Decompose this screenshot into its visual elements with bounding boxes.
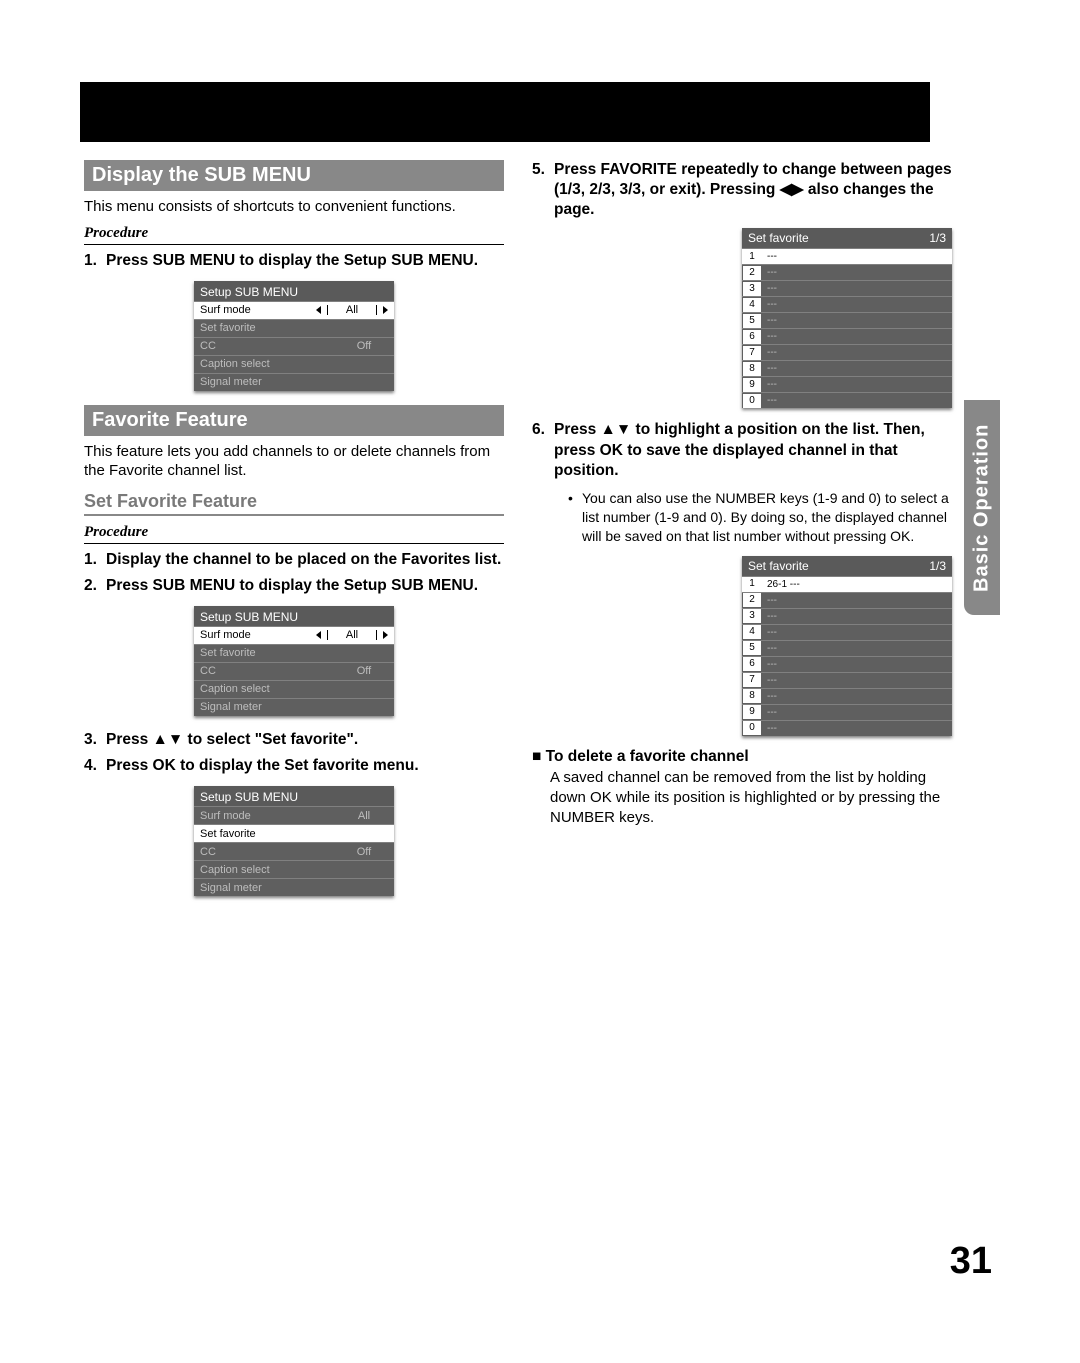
page-number: 31 (950, 1240, 992, 1283)
fav-row: 5--- (742, 640, 952, 656)
heading-favorite-feature: Favorite Feature (84, 405, 504, 436)
menu-title: Setup SUB MENU (194, 606, 394, 626)
intro-text: This menu consists of shortcuts to conve… (84, 197, 504, 217)
fav-row: 7--- (742, 672, 952, 688)
menu-row: Set favorite (194, 824, 394, 842)
fav-row: 4--- (742, 296, 952, 312)
fav-row: 3--- (742, 280, 952, 296)
setup-sub-menu-2: Setup SUB MENUSurf modeAllSet favoriteCC… (194, 606, 394, 716)
step-d: Press OK to display the Set favorite men… (84, 756, 504, 776)
menu-row: Caption select (194, 680, 394, 698)
step-c: Press ▲▼ to select "Set favorite". (84, 730, 504, 750)
menu-row: Signal meter (194, 373, 394, 391)
fav-row: 0--- (742, 392, 952, 408)
subheading-set-favorite: Set Favorite Feature (84, 491, 504, 516)
menu-row: Surf modeAll (194, 806, 394, 824)
fav-title: Set favorite1/3 (742, 556, 952, 576)
step-1: Press SUB MENU to display the Setup SUB … (84, 251, 504, 271)
fav-row: 3--- (742, 608, 952, 624)
menu-row: Set favorite (194, 644, 394, 662)
favorite-intro: This feature lets you add channels to or… (84, 442, 504, 481)
procedure-label-2: Procedure (84, 524, 504, 544)
procedure-label: Procedure (84, 225, 504, 245)
fav-row: 1--- (742, 248, 952, 264)
menu-title: Setup SUB MENU (194, 281, 394, 301)
menu-row: CCOff (194, 337, 394, 355)
fav-row: 126-1 --- (742, 576, 952, 592)
menu-row: Set favorite (194, 319, 394, 337)
page-content: Display the SUB MENU This menu consists … (84, 160, 954, 910)
step-6: Press ▲▼ to highlight a position on the … (532, 420, 952, 545)
fav-row: 2--- (742, 592, 952, 608)
menu-row: CCOff (194, 662, 394, 680)
step-6-note: You can also use the NUMBER keys (1-9 an… (572, 489, 952, 546)
menu-row: Surf modeAll (194, 626, 394, 644)
fav-title: Set favorite1/3 (742, 228, 952, 248)
fav-row: 0--- (742, 720, 952, 736)
fav-row: 8--- (742, 688, 952, 704)
header-black-bar (80, 82, 930, 142)
fav-row: 5--- (742, 312, 952, 328)
set-favorite-list-1: Set favorite1/31---2---3---4---5---6---7… (742, 228, 952, 408)
delete-body: A saved channel can be removed from the … (550, 768, 952, 829)
step-b: Press SUB MENU to display the Setup SUB … (84, 576, 504, 596)
step-a: Display the channel to be placed on the … (84, 550, 504, 570)
fav-row: 2--- (742, 264, 952, 280)
heading-display-sub-menu: Display the SUB MENU (84, 160, 504, 191)
left-column: Display the SUB MENU This menu consists … (84, 160, 504, 910)
menu-row: Caption select (194, 355, 394, 373)
fav-row: 7--- (742, 344, 952, 360)
fav-row: 9--- (742, 376, 952, 392)
fav-row: 6--- (742, 656, 952, 672)
setup-sub-menu-1: Setup SUB MENUSurf modeAllSet favoriteCC… (194, 281, 394, 391)
right-column: Press FAVORITE repeatedly to change betw… (532, 160, 952, 910)
menu-row: Caption select (194, 860, 394, 878)
menu-row: Surf modeAll (194, 301, 394, 319)
step-6-text: Press ▲▼ to highlight a position on the … (554, 421, 925, 478)
set-favorite-list-2: Set favorite1/3126-1 ---2---3---4---5---… (742, 556, 952, 736)
side-tab-basic-operation: Basic Operation (964, 400, 1000, 615)
menu-row: CCOff (194, 842, 394, 860)
fav-row: 9--- (742, 704, 952, 720)
fav-row: 8--- (742, 360, 952, 376)
menu-title: Setup SUB MENU (194, 786, 394, 806)
delete-heading: To delete a favorite channel (532, 748, 952, 766)
fav-row: 4--- (742, 624, 952, 640)
menu-row: Signal meter (194, 878, 394, 896)
fav-row: 6--- (742, 328, 952, 344)
menu-row: Signal meter (194, 698, 394, 716)
step-5: Press FAVORITE repeatedly to change betw… (532, 160, 952, 220)
setup-sub-menu-3: Setup SUB MENUSurf modeAllSet favoriteCC… (194, 786, 394, 896)
